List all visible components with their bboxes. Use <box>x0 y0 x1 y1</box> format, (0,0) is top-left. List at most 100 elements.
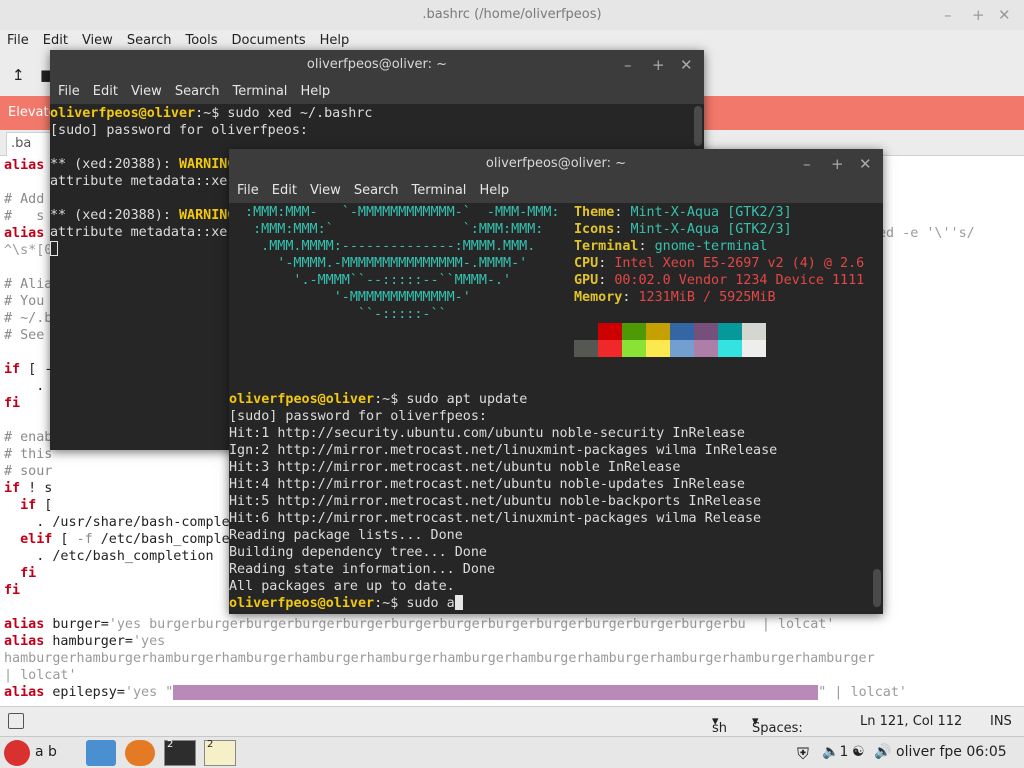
code-fragment: ed -e '\''s/ <box>878 226 975 241</box>
output-line: Building dependency tree... Done <box>229 545 487 560</box>
menu-search[interactable]: Search <box>170 80 225 104</box>
xed-statusbar: sh ▾ Spaces: 4 ▾ Ln 121, Col 112 INS <box>0 706 1024 751</box>
code-line: # enab <box>4 430 53 445</box>
mint-logo-line: .MMM.MMMM:--------------:MMMM.MMM. <box>237 239 536 254</box>
color-swatch <box>598 323 622 340</box>
minimize-icon[interactable]: – <box>803 149 811 179</box>
workspace-switcher[interactable]: a b <box>35 744 57 760</box>
menu-view[interactable]: View <box>77 30 118 52</box>
output-line: Hit:6 http://mirror.metrocast.net/linuxm… <box>229 511 762 526</box>
code-line: if [ - <box>4 362 53 377</box>
close-icon[interactable]: ✕ <box>680 50 693 80</box>
user-clock[interactable]: oliver fpe 06:05 <box>896 744 1007 760</box>
code-line: alias epilepsy='yes "XXXXXXXXXXXXXXXXXXX… <box>4 685 907 700</box>
color-swatch <box>670 323 694 340</box>
menu-edit[interactable]: Edit <box>267 179 302 203</box>
color-swatch <box>694 323 718 340</box>
menu-file[interactable]: File <box>232 179 264 203</box>
mint-logo-line: :MMM:MMM- `-MMMMMMMMMMMM-` -MMM-MMM: <box>237 205 560 220</box>
menu-terminal[interactable]: Terminal <box>406 179 471 203</box>
minimize-icon[interactable]: – <box>944 0 952 30</box>
close-icon[interactable]: ✕ <box>859 149 872 179</box>
terminal2-titlebar: oliverfpeos@oliver: ~ – + ✕ <box>229 149 883 179</box>
menu-help[interactable]: Help <box>474 179 514 203</box>
close-icon[interactable]: ✕ <box>998 0 1011 30</box>
xed-title: .bashrc (/home/oliverfpeos) <box>422 7 602 22</box>
spaces-selector[interactable]: Spaces: 4 ▾ <box>752 714 803 751</box>
language-selector[interactable]: sh ▾ <box>712 714 727 736</box>
mint-logo-line: '.-MMMM``--:::::--``MMMM-.' <box>237 273 512 288</box>
menu-search[interactable]: Search <box>122 30 177 52</box>
terminal-window-2: oliverfpeos@oliver: ~ – + ✕ File Edit Vi… <box>229 149 883 614</box>
terminal1-menubar: File Edit View Search Terminal Help <box>50 80 704 104</box>
code-line: . /usr/share/bash-comple <box>4 515 230 530</box>
color-swatch <box>742 323 766 340</box>
code-line: alias burger='yes burgerburgerburgerburg… <box>4 617 835 632</box>
firefox-icon[interactable] <box>125 740 155 766</box>
color-swatch <box>598 340 622 357</box>
new-document-icon[interactable]: ↥ <box>12 66 25 84</box>
code-line: # this <box>4 447 53 462</box>
menu-help[interactable]: Help <box>315 30 355 52</box>
menu-file[interactable]: File <box>2 30 34 52</box>
text-editor-taskbar-icon[interactable]: 2 <box>204 739 236 766</box>
code-line: # You <box>4 294 45 309</box>
mint-logo-line: :MMM:MMM:` `:MMM:MMM: <box>237 222 544 237</box>
code-line: # sour <box>4 464 53 479</box>
terminal1-title: oliverfpeos@oliver: ~ <box>306 57 448 72</box>
menu-help[interactable]: Help <box>295 80 335 104</box>
menu-documents[interactable]: Documents <box>227 30 311 52</box>
code-line: alias hamburger='yes <box>4 634 166 649</box>
menu-tools[interactable]: Tools <box>180 30 222 52</box>
maximize-icon[interactable]: + <box>831 149 844 179</box>
side-panel-icon[interactable] <box>8 713 24 729</box>
mint-logo-line: '-MMMMMMMMMMMMM-' <box>237 290 471 305</box>
network-icon[interactable]: ☯ <box>852 744 865 760</box>
output-line: Hit:5 http://mirror.metrocast.net/ubuntu… <box>229 494 762 509</box>
code-line: # s <box>4 209 45 224</box>
minimize-icon[interactable]: – <box>624 50 632 80</box>
terminal-cursor <box>50 241 58 256</box>
code-line: elif [ -f /etc/bash_comple <box>20 532 230 547</box>
output-line: Hit:3 http://mirror.metrocast.net/ubuntu… <box>229 460 681 475</box>
code-line: alias <box>4 226 45 241</box>
maximize-icon[interactable]: + <box>652 50 665 80</box>
volume-icon[interactable]: 🔈1 <box>822 744 848 760</box>
system-info-line: Icons: Mint-X-Aqua [GTK2/3] <box>574 222 792 237</box>
insert-mode: INS <box>990 714 1012 729</box>
code-line: if ! s <box>4 481 53 496</box>
terminal1-titlebar: oliverfpeos@oliver: ~ – + ✕ <box>50 50 704 80</box>
maximize-icon[interactable]: + <box>972 0 985 30</box>
code-line: | lolcat' <box>4 668 77 683</box>
menu-view[interactable]: View <box>305 179 346 203</box>
shield-icon[interactable]: ⛨ <box>797 744 809 764</box>
terminal2-menubar: File Edit View Search Terminal Help <box>229 179 883 203</box>
menu-file[interactable]: File <box>53 80 85 104</box>
color-swatch <box>718 323 742 340</box>
code-line: # Add <box>4 192 45 207</box>
menu-edit[interactable]: Edit <box>38 30 73 52</box>
files-icon[interactable] <box>86 740 116 766</box>
system-info-line: GPU: 00:02.0 Vendor 1234 Device 1111 <box>574 273 865 288</box>
menu-search[interactable]: Search <box>349 179 404 203</box>
color-swatch <box>646 340 670 357</box>
color-swatch <box>646 323 670 340</box>
color-swatch <box>622 323 646 340</box>
code-line: # See <box>4 328 45 343</box>
output-line: Reading state information... Done <box>229 562 496 577</box>
color-swatch <box>718 340 742 357</box>
terminal2-output[interactable]: :MMM:MMM- `-MMMMMMMMMMMM-` -MMM-MMM: :MM… <box>229 203 883 614</box>
command-line: oliverfpeos@oliver:~$ sudo apt update <box>229 392 528 407</box>
menu-edit[interactable]: Edit <box>88 80 123 104</box>
menu-terminal[interactable]: Terminal <box>227 80 292 104</box>
sound-icon[interactable]: 🔊 <box>874 744 891 760</box>
menu-launcher-icon[interactable] <box>4 740 30 766</box>
taskbar: a b 2 2 ⛨ 🔈1 ☯ 🔊 oliver fpe 06:05 <box>0 736 1024 768</box>
terminal-taskbar-icon[interactable]: 2 <box>164 739 196 766</box>
output-line: Hit:1 http://security.ubuntu.com/ubuntu … <box>229 426 745 441</box>
system-info-line: Terminal: gnome-terminal <box>574 239 768 254</box>
terminal1-scrollbar[interactable] <box>694 106 702 146</box>
menu-view[interactable]: View <box>126 80 167 104</box>
system-info-line: CPU: Intel Xeon E5-2697 v2 (4) @ 2.6 <box>574 256 865 271</box>
terminal2-scrollbar[interactable] <box>873 569 881 607</box>
